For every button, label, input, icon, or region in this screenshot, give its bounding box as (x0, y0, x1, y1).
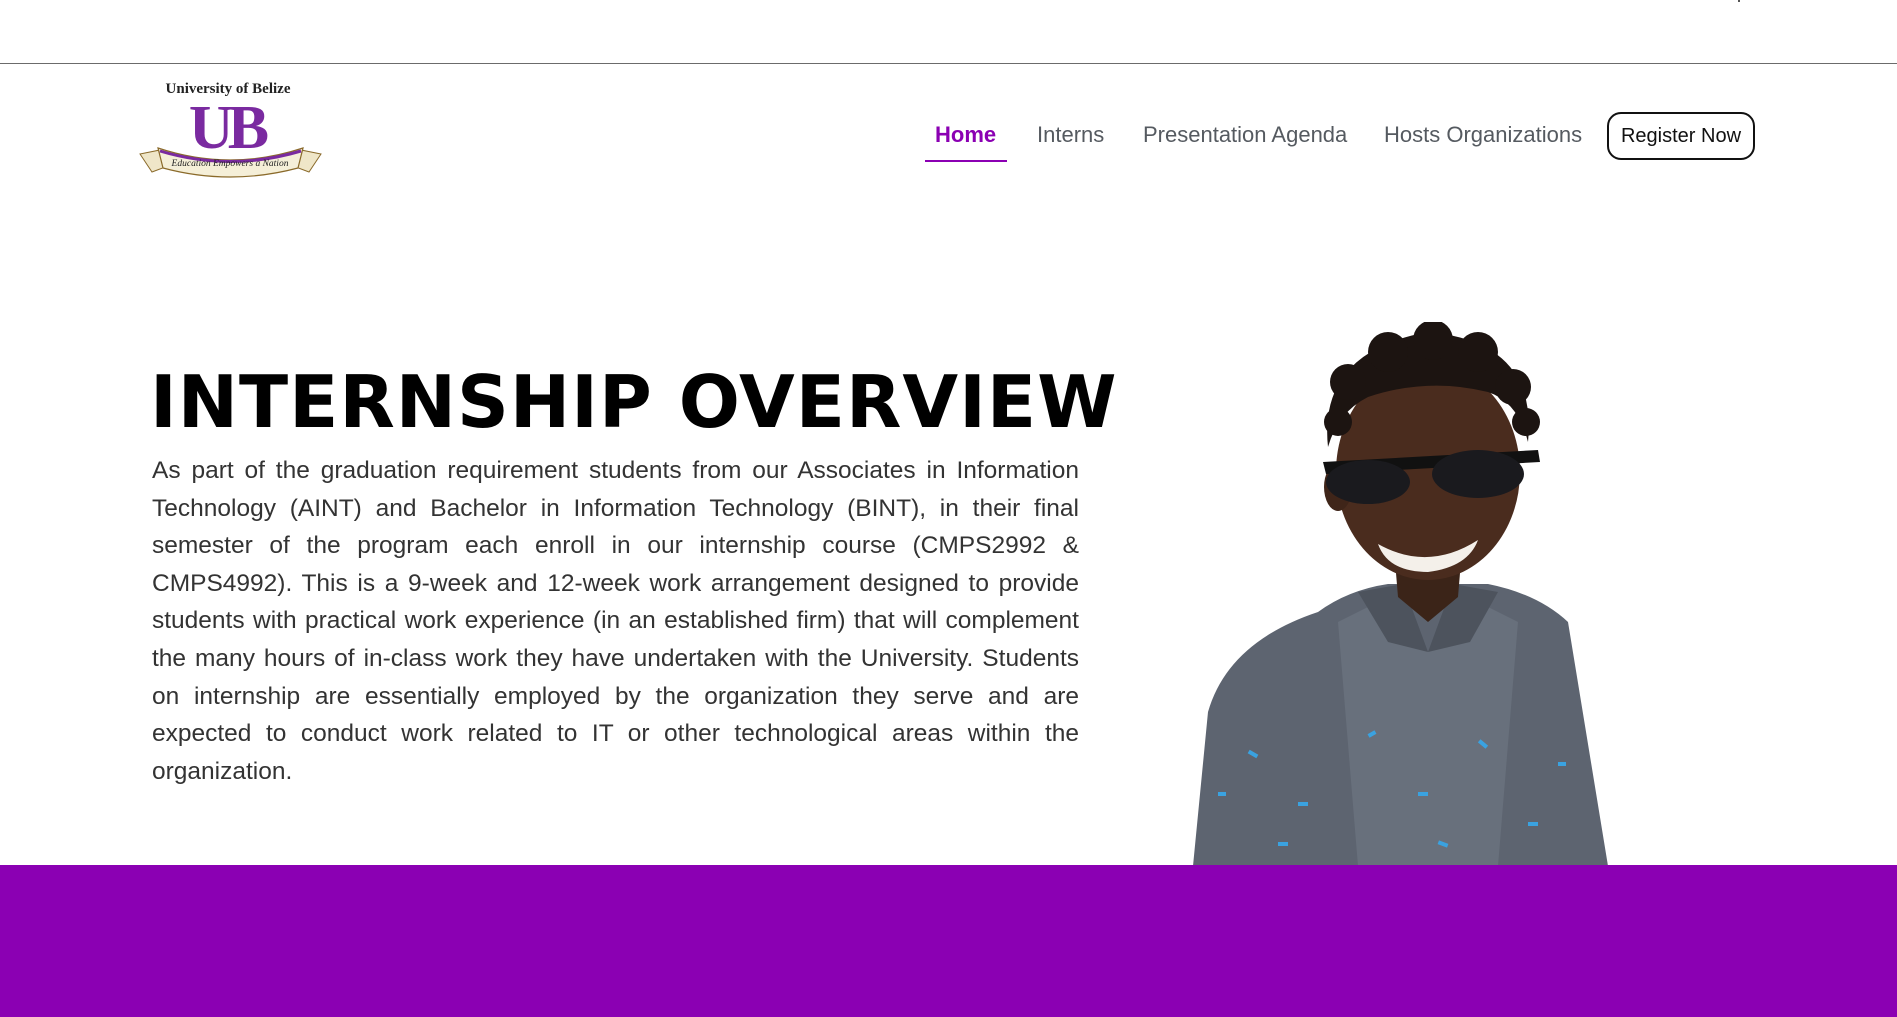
page-title: INTERNSHIP OVERVIEW (150, 360, 1118, 444)
footer-band (0, 865, 1897, 1017)
top-strip-dot (1738, 0, 1740, 2)
register-now-button[interactable]: Register Now (1607, 112, 1755, 160)
nav-active-underline (925, 160, 1007, 162)
nav-item-hosts-organizations[interactable]: Hosts Organizations (1384, 122, 1582, 148)
nav-item-presentation-agenda[interactable]: Presentation Agenda (1143, 122, 1347, 148)
top-strip (0, 0, 1897, 64)
overview-paragraph: As part of the graduation requirement st… (152, 457, 1079, 785)
nav-item-interns[interactable]: Interns (1037, 122, 1104, 148)
page: University of Belize UB Education Empowe… (0, 0, 1897, 1017)
student-photo (1188, 322, 1668, 866)
nav-item-home[interactable]: Home (935, 122, 996, 148)
